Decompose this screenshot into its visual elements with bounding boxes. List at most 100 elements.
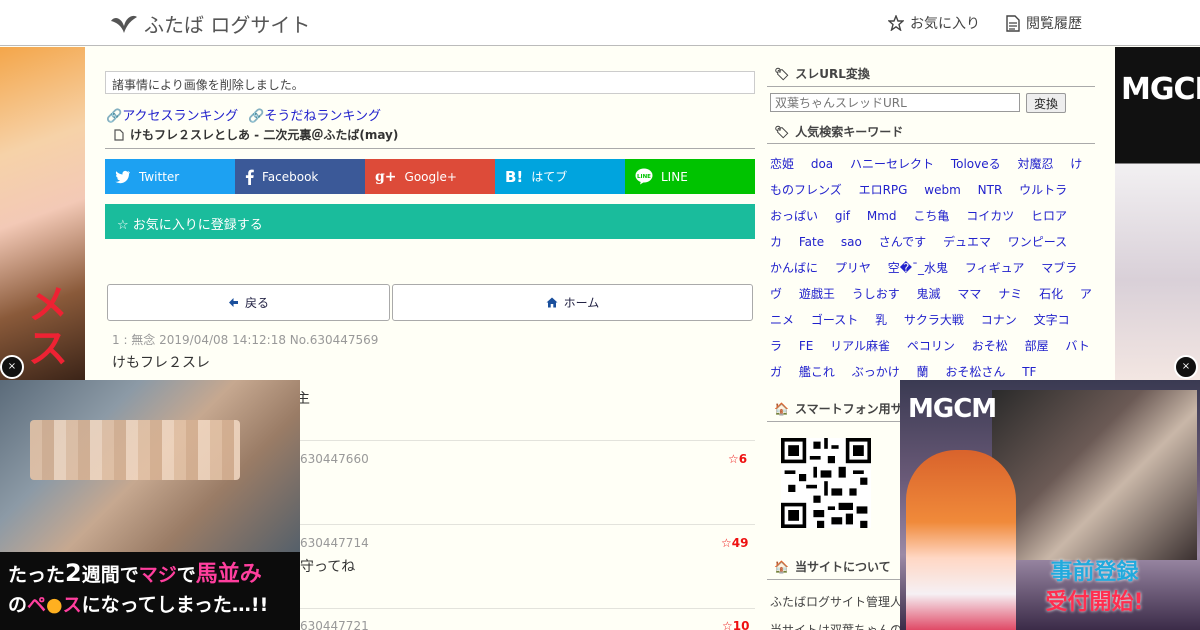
keyword-list: 恋姫 doa ハニーセレクト Toloveる 対魔忍 けものフレンズ エロRPG… [770,151,1092,385]
caption-part: ス [62,594,82,616]
smartphone-title: スマートフォン用サ [794,402,903,416]
keyword-link[interactable]: フィギュア [965,261,1025,275]
ad-logo-text: MGCM [908,394,997,424]
keyword-link[interactable]: ぶっかけ [852,365,900,379]
ad-logo: MGCM [908,394,997,424]
register-favorite-button[interactable]: ☆ お気に入りに登録する [105,204,755,239]
home-icon: 🏠 [774,401,789,416]
keyword-link[interactable]: 対魔忍 [1017,157,1053,171]
keyword-link[interactable]: Toloveる [951,157,1001,171]
keyword-link[interactable]: さんです [879,235,926,249]
google-plus-share-button[interactable]: g+ Google+ [365,159,495,194]
keyword-link[interactable]: ママ [957,287,981,301]
access-ranking-link[interactable]: 🔗アクセスランキング [106,105,238,124]
keyword-link[interactable]: 艦これ [799,365,835,379]
keyword-link[interactable]: NTR [978,183,1003,197]
twitter-share-button[interactable]: Twitter [105,159,235,194]
keyword-link[interactable]: リアル麻雀 [830,339,890,353]
tag-icon: 🏷 [774,124,790,139]
right-side-ad[interactable]: MGCM × [1115,47,1200,380]
keyword-link[interactable]: サクラ大戦 [904,313,964,327]
keyword-link[interactable]: gif [835,209,850,223]
right-ad-close-button[interactable]: × [1174,355,1198,379]
facebook-share-label: Facebook [262,169,319,184]
keyword-link[interactable]: おそ松 [972,339,1008,353]
caption-part: 2 [65,559,82,587]
favorites-link[interactable]: お気に入り [888,13,980,33]
thread-url-input[interactable] [770,93,1020,112]
keyword-link[interactable]: Fate [799,235,824,249]
caption-part: ペ [27,594,47,616]
keyword-link[interactable]: おっぱい [770,209,818,223]
site-logo[interactable]: ふたば ログサイト [110,10,310,37]
ad-photo [0,380,300,552]
facebook-share-button[interactable]: Facebook [235,159,365,194]
url-convert-title: スレURL変換 [795,67,870,81]
keyword-link[interactable]: webm [924,183,961,197]
left-side-ad[interactable]: メス × [0,47,85,380]
thread-title-text: けもフレ２スレとしあ - 二次元裏＠ふたば(may) [130,128,399,142]
keyword-link[interactable]: ウルトラ [1019,183,1067,197]
keyword-link[interactable]: かんばに [770,261,818,275]
keyword-link[interactable]: Mmd [867,209,897,223]
keyword-link[interactable]: デュエマ [943,235,991,249]
line-share-button[interactable]: LINE LINE [625,159,755,194]
keyword-link[interactable]: うしおす [852,287,900,301]
star-icon [888,15,904,31]
keyword-link[interactable]: ハニーセレクト [850,157,934,171]
keyword-link[interactable]: ペコリン [907,339,955,353]
keyword-link[interactable]: ゴースト [811,313,858,327]
keyword-link[interactable]: 遊戯王 [799,287,835,301]
keyword-link[interactable]: 部屋 [1025,339,1049,353]
keyword-link[interactable]: こち亀 [913,209,949,223]
keyword-link[interactable]: doa [811,157,833,171]
leaf-icon [111,15,137,33]
keyword-link[interactable]: 乳 [875,313,887,327]
bottom-right-overlay-ad[interactable]: MGCM 事前登録 受付開始! [900,380,1200,630]
url-convert-heading: 🏷 スレURL変換 [774,65,870,82]
home-icon [546,297,558,308]
keyword-link[interactable]: ワンピース [1008,235,1067,249]
home-button[interactable]: ホーム [392,284,753,321]
keyword-link[interactable]: コナン [981,313,1017,327]
soudane-ranking-label: そうだねランキング [264,109,381,124]
right-ad-logo: MGCM [1121,72,1200,107]
keyword-link[interactable]: おそ松さん [945,365,1005,379]
keyword-link[interactable]: エロRPG [859,183,908,197]
about-text-line: ふたばログサイト管理人 [770,595,903,609]
soudane-count[interactable]: ☆49 [721,536,748,550]
keyword-link[interactable]: プリヤ [835,261,871,275]
history-link[interactable]: 閲覧履歴 [1006,13,1082,33]
bottom-left-overlay-ad[interactable]: たった2週間でマジで馬並み のペ●スになってしまった…!! [0,380,300,630]
soudane-ranking-link[interactable]: 🔗そうだねランキング [248,105,381,124]
line-share-label: LINE [661,169,688,184]
soudane-count[interactable]: ☆6 [728,452,747,466]
keyword-link[interactable]: コイカツ [966,209,1014,223]
keyword-link[interactable]: 石化 [1039,287,1063,301]
back-button[interactable]: 戻る [107,284,390,321]
about-heading: 🏠 当サイトについて [774,558,891,575]
post-body: けもフレ２スレ [112,355,210,371]
convert-button[interactable]: 変換 [1026,93,1066,113]
keyword-link[interactable]: 空�¯_水鬼 [888,261,948,275]
keyword-link[interactable]: 鬼滅 [917,287,941,301]
soudane-count[interactable]: ☆10 [722,619,749,630]
mosaic [30,420,240,480]
hatena-share-button[interactable]: B! はてブ [495,159,625,194]
smartphone-heading: 🏠 スマートフォン用サ [774,400,903,417]
share-bar: Twitter Facebook g+ Google+ B! はてブ LINE … [105,159,755,194]
divider [767,143,1095,144]
home-label: ホーム [563,296,600,310]
keyword-link[interactable]: ナミ [998,287,1022,301]
keyword-link[interactable]: 恋姫 [770,157,794,171]
keyword-link[interactable]: sao [841,235,862,249]
keyword-link[interactable]: FE [799,339,813,353]
left-ad-close-button[interactable]: × [0,355,24,379]
google-plus-share-label: Google+ [404,169,457,184]
keyword-link[interactable]: 蘭 [917,365,929,379]
keyword-link[interactable]: TF [1022,365,1036,379]
post-body: 守ってね [300,559,356,575]
site-header: ふたば ログサイト お気に入り 閲覧履歴 [0,0,1200,46]
keywords-heading: 🏷 人気検索キーワード [774,123,903,140]
ranking-links: 🔗アクセスランキング 🔗そうだねランキング [106,105,381,124]
